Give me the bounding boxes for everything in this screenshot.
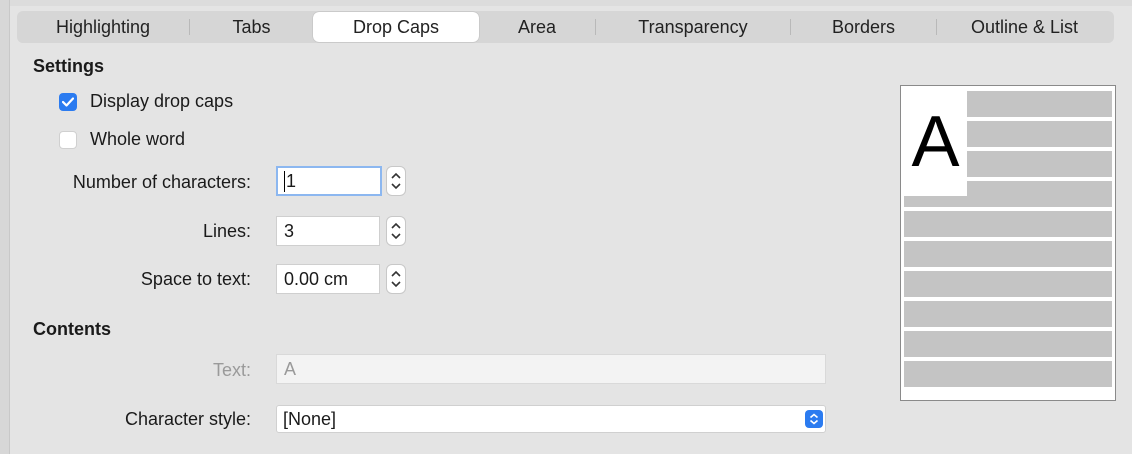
- tab-label: Outline & List: [970, 16, 1079, 37]
- tab-label: Area: [517, 16, 557, 37]
- chevron-up-down-icon: [809, 413, 819, 425]
- checkmark-icon: [62, 96, 74, 107]
- lines-input[interactable]: 3: [276, 216, 380, 246]
- top-clipped-strip: [10, 0, 1132, 6]
- preview-line: [904, 271, 1112, 297]
- tab-label: Drop Caps: [352, 16, 440, 37]
- contents-section-title: Contents: [33, 319, 111, 339]
- settings-section-title: Settings: [33, 56, 105, 76]
- number-of-characters-label: Number of characters:: [72, 172, 251, 192]
- space-to-text-stepper[interactable]: [386, 264, 406, 294]
- character-style-dropdown-button[interactable]: [805, 410, 823, 428]
- space-to-text-value: 0.00 cm: [284, 268, 349, 289]
- tab-drop-caps[interactable]: Drop Caps: [313, 12, 479, 42]
- whole-word-label: Whole word: [90, 129, 186, 149]
- preview-line: [967, 181, 1112, 207]
- tab-label: Highlighting: [55, 16, 151, 37]
- tab-highlighting[interactable]: Highlighting: [17, 11, 189, 43]
- preview-line: [904, 211, 1112, 237]
- stepper-arrows-icon: [391, 270, 401, 288]
- character-style-select[interactable]: [None]: [276, 405, 826, 433]
- tab-area[interactable]: Area: [479, 11, 595, 43]
- tab-label: Tabs: [232, 16, 271, 37]
- preview-line: [904, 196, 967, 207]
- character-style-value: [None]: [283, 408, 337, 429]
- window-left-edge: [0, 0, 10, 454]
- display-drop-caps-checkbox-row[interactable]: Display drop caps: [59, 91, 233, 112]
- space-to-text-label: Space to text:: [140, 269, 251, 289]
- lines-label: Lines:: [202, 221, 251, 241]
- tab-label: Borders: [831, 16, 896, 37]
- preview-drop-cap-letter: A: [904, 90, 967, 194]
- preview-line: [904, 241, 1112, 267]
- preview-line: [967, 121, 1112, 147]
- space-to-text-input[interactable]: 0.00 cm: [276, 264, 380, 294]
- tab-transparency[interactable]: Transparency: [596, 11, 790, 43]
- display-drop-caps-checkbox[interactable]: [59, 92, 77, 111]
- tab-label: Transparency: [638, 16, 748, 37]
- text-label: Text:: [212, 360, 251, 380]
- tab-bar: Highlighting Tabs Drop Caps Area Transpa…: [17, 11, 1114, 43]
- whole-word-checkbox-row[interactable]: Whole word: [59, 129, 185, 150]
- text-input: A: [276, 354, 826, 384]
- lines-value: 3: [284, 220, 295, 241]
- drop-caps-preview: A: [900, 85, 1116, 401]
- preview-line: [904, 361, 1112, 387]
- stepper-arrows-icon: [391, 222, 401, 240]
- preview-line: [967, 151, 1112, 177]
- tab-tabs[interactable]: Tabs: [190, 11, 313, 43]
- lines-stepper[interactable]: [386, 216, 406, 246]
- tab-outline-list[interactable]: Outline & List: [937, 11, 1112, 43]
- number-of-characters-stepper[interactable]: [386, 166, 406, 196]
- number-of-characters-value: 1: [284, 170, 297, 192]
- display-drop-caps-label: Display drop caps: [90, 91, 234, 111]
- text-value: A: [284, 358, 297, 379]
- number-of-characters-input[interactable]: 1: [276, 166, 382, 196]
- character-style-label: Character style:: [124, 409, 251, 429]
- preview-line: [967, 91, 1112, 117]
- whole-word-checkbox[interactable]: [59, 130, 77, 149]
- preview-line: [904, 331, 1112, 357]
- preview-line: [904, 301, 1112, 327]
- tab-borders[interactable]: Borders: [791, 11, 936, 43]
- stepper-arrows-icon: [391, 172, 401, 190]
